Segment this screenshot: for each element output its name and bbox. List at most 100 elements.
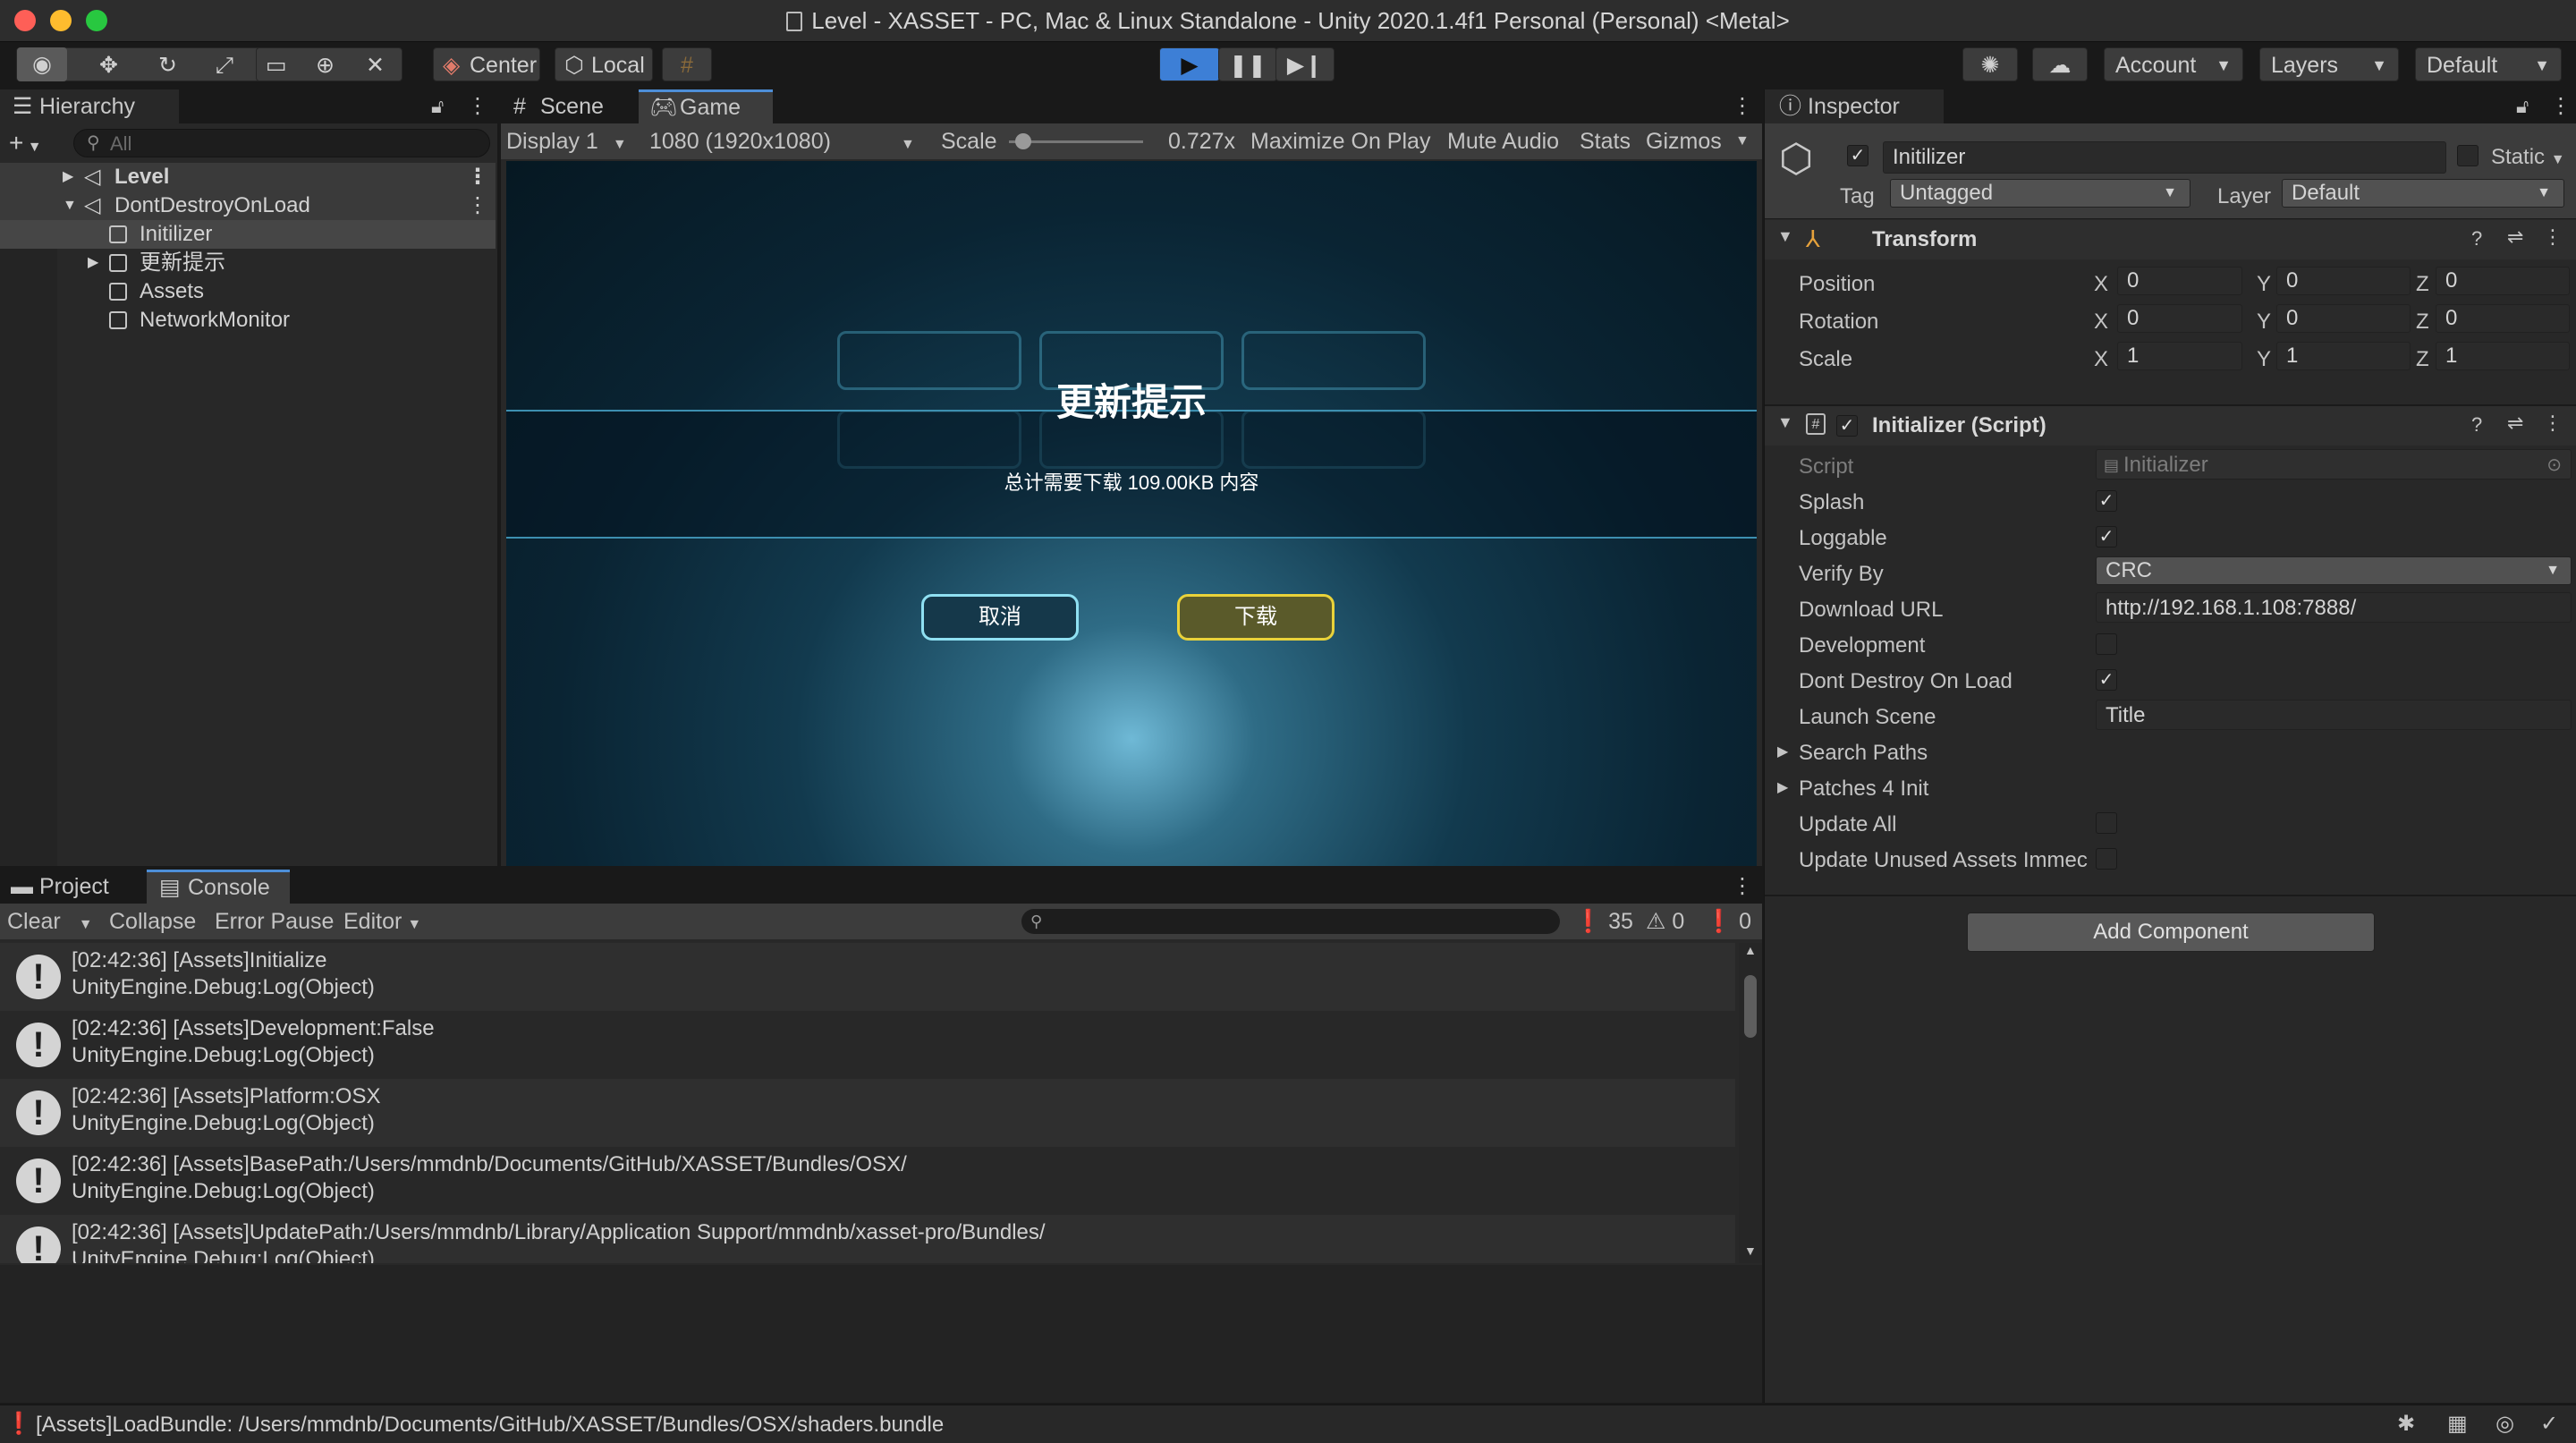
tab-game[interactable]: 🎮︎ Game: [639, 89, 773, 123]
tree-item-initilizer[interactable]: Initilizer: [0, 220, 496, 249]
log-count-toggle[interactable]: ❗ 35: [1574, 904, 1633, 939]
scale-slider[interactable]: [1009, 133, 1143, 149]
download-button[interactable]: 下载: [1177, 594, 1335, 641]
pause-button[interactable]: ❚❚: [1218, 47, 1277, 81]
scale-x-field[interactable]: 1: [2117, 342, 2242, 370]
rotate-tool-icon[interactable]: ↻: [158, 48, 177, 82]
scale-slider-thumb[interactable]: [1015, 133, 1031, 149]
error-pause-toggle[interactable]: Error Pause: [215, 904, 334, 939]
scrollbar-thumb[interactable]: [1744, 975, 1757, 1038]
play-button[interactable]: ▶: [1159, 47, 1220, 81]
move-tool-icon[interactable]: ✥: [99, 48, 118, 82]
tree-item-level[interactable]: ▶ ◁ Level ⋮: [0, 163, 496, 191]
object-name-field[interactable]: Initilizer: [1883, 141, 2446, 174]
display-dropdown[interactable]: Display 1 ▼: [506, 123, 627, 163]
scale-z-field[interactable]: 1: [2436, 342, 2570, 370]
log-entry[interactable]: ! [02:42:36] [Assets]BasePath:/Users/mmd…: [0, 1147, 1735, 1215]
maximize-on-play-toggle[interactable]: Maximize On Play: [1250, 123, 1430, 159]
position-x-field[interactable]: 0: [2117, 267, 2242, 295]
layer-dropdown[interactable]: Default ▼: [2282, 179, 2564, 208]
dont-destroy-checkbox[interactable]: ✓: [2096, 669, 2117, 691]
transform-tool-icon[interactable]: ⊕: [316, 48, 335, 82]
console-search[interactable]: ⚲: [1021, 909, 1560, 934]
expand-arrow-icon[interactable]: ▶: [1777, 778, 1788, 796]
step-button[interactable]: ▶❙: [1275, 47, 1335, 81]
preset-icon[interactable]: ⇌: [2507, 412, 2523, 435]
console-scrollbar[interactable]: ▲ ▼: [1739, 943, 1762, 1263]
log-entry[interactable]: ! [02:42:36] [Assets]UpdatePath:/Users/m…: [0, 1215, 1735, 1263]
position-y-field[interactable]: 0: [2276, 267, 2411, 295]
layers-dropdown[interactable]: Layers ▼: [2259, 47, 2399, 81]
rotation-x-field[interactable]: 0: [2117, 304, 2242, 333]
scroll-down-icon[interactable]: ▼: [1744, 1244, 1757, 1258]
grid-snap-button[interactable]: #: [662, 47, 712, 81]
tab-project[interactable]: ▬ Project: [0, 870, 141, 904]
log-entry[interactable]: ! [02:42:36] [Assets]Platform:OSX UnityE…: [0, 1079, 1735, 1147]
gizmos-toggle[interactable]: Gizmos: [1646, 123, 1722, 159]
expand-arrow-icon[interactable]: ▶: [63, 163, 73, 191]
scroll-up-icon[interactable]: ▲: [1744, 943, 1757, 957]
hierarchy-search[interactable]: ⚲ All: [73, 129, 490, 157]
collapse-toggle[interactable]: Collapse: [109, 904, 196, 939]
resolution-dropdown[interactable]: 1080 (1920x1080) ▼: [649, 123, 915, 163]
mute-audio-toggle[interactable]: Mute Audio: [1447, 123, 1559, 159]
help-icon[interactable]: ?: [2471, 227, 2482, 250]
more-menu-icon[interactable]: ⋮: [1732, 870, 1753, 904]
help-icon[interactable]: ?: [2471, 413, 2482, 437]
transform-header[interactable]: ▼ ⅄ Transform ? ⇌ ⋮: [1765, 220, 2576, 259]
collapse-arrow-icon[interactable]: ▼: [63, 191, 77, 220]
log-entry[interactable]: ! [02:42:36] [Assets]Initialize UnityEng…: [0, 943, 1735, 1011]
status-message[interactable]: [Assets]LoadBundle: /Users/mmdnb/Documen…: [36, 1413, 944, 1438]
development-checkbox[interactable]: [2096, 633, 2117, 655]
log-entry[interactable]: ! [02:42:36] [Assets]Development:False U…: [0, 1011, 1735, 1079]
game-viewport[interactable]: 更新提示 总计需要下载 109.00KB 内容 取消 下载: [506, 161, 1757, 866]
position-z-field[interactable]: 0: [2436, 267, 2570, 295]
script-component-header[interactable]: ▼ # ✓ Initializer (Script) ? ⇌ ⋮: [1765, 406, 2576, 446]
tag-dropdown[interactable]: Untagged ▼: [1890, 179, 2190, 208]
check-circle-icon[interactable]: ✓: [2540, 1411, 2558, 1437]
expand-arrow-icon[interactable]: ▶: [88, 249, 98, 277]
tree-item-update-prompt[interactable]: ▶ 更新提示: [0, 249, 496, 277]
rotation-z-field[interactable]: 0: [2436, 304, 2570, 333]
editor-dropdown[interactable]: Editor ▼: [343, 904, 421, 943]
lock-icon[interactable]: 🔓︎: [2516, 89, 2529, 123]
tree-item-networkmonitor[interactable]: NetworkMonitor: [0, 306, 496, 335]
more-menu-icon[interactable]: ⋮: [467, 163, 488, 191]
more-menu-icon[interactable]: ⋮: [2543, 225, 2563, 249]
progress-icon[interactable]: ◎: [2496, 1411, 2514, 1437]
pivot-center-button[interactable]: ◈ Center: [433, 47, 540, 81]
view-tool-eye-icon[interactable]: ◉: [17, 47, 67, 81]
collapse-arrow-icon[interactable]: ▼: [1777, 413, 1793, 432]
stats-toggle[interactable]: Stats: [1580, 123, 1631, 159]
static-dropdown[interactable]: Static ▼: [2491, 145, 2565, 170]
add-component-button[interactable]: Add Component: [1967, 912, 2375, 952]
search-paths-foldout[interactable]: Search Paths: [1799, 741, 1928, 766]
preset-icon[interactable]: ⇌: [2507, 225, 2523, 249]
add-object-button[interactable]: + ▼: [9, 129, 42, 157]
cancel-button[interactable]: 取消: [921, 594, 1079, 641]
lock-icon[interactable]: 🔓︎: [431, 89, 444, 123]
tab-hierarchy[interactable]: ☰ Hierarchy: [0, 89, 179, 123]
rect-tool-icon[interactable]: ▭: [266, 48, 287, 82]
account-dropdown[interactable]: Account ▼: [2104, 47, 2243, 81]
static-checkbox[interactable]: [2457, 145, 2479, 166]
rotation-y-field[interactable]: 0: [2276, 304, 2411, 333]
update-all-checkbox[interactable]: [2096, 812, 2117, 834]
tab-scene[interactable]: # Scene: [501, 89, 635, 123]
cache-server-icon[interactable]: ▦: [2447, 1411, 2468, 1437]
expand-arrow-icon[interactable]: ▶: [1777, 743, 1788, 760]
update-unused-checkbox[interactable]: [2096, 848, 2117, 870]
more-menu-icon[interactable]: ⋮: [2543, 412, 2563, 435]
active-checkbox[interactable]: ✓: [1847, 145, 1868, 166]
more-menu-icon[interactable]: ⋮: [467, 89, 488, 123]
more-menu-icon[interactable]: ⋮: [1732, 89, 1753, 123]
collapse-arrow-icon[interactable]: ▼: [1777, 227, 1793, 246]
warn-count-toggle[interactable]: ⚠ 0: [1646, 904, 1684, 939]
verify-by-dropdown[interactable]: CRC ▼: [2096, 556, 2572, 585]
clear-button[interactable]: Clear ▼: [7, 904, 93, 943]
splash-checkbox[interactable]: ✓: [2096, 490, 2117, 512]
collab-button[interactable]: ✺: [1962, 47, 2018, 81]
layout-dropdown[interactable]: Default ▼: [2415, 47, 2562, 81]
tab-console[interactable]: ▤ Console: [147, 870, 290, 904]
download-url-field[interactable]: http://192.168.1.108:7888/: [2096, 592, 2572, 623]
